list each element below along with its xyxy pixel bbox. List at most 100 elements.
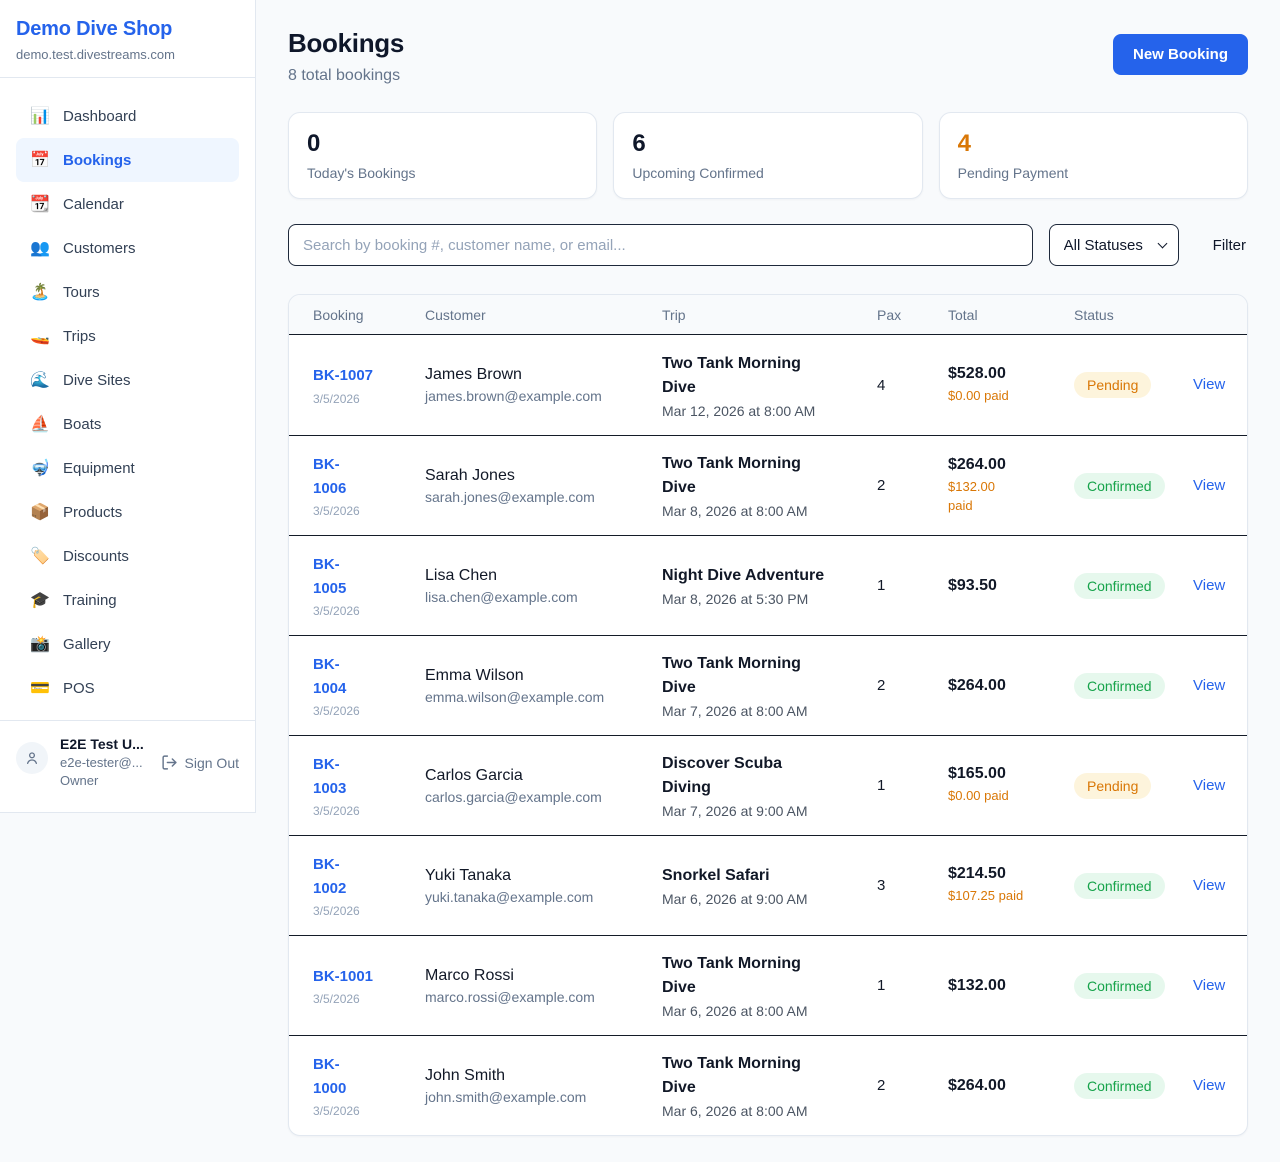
status-cell: Confirmed [1074, 873, 1193, 899]
sidebar-item[interactable]: 👥 Customers [16, 226, 239, 270]
view-link[interactable]: View [1193, 477, 1225, 494]
actions-cell: View [1193, 977, 1225, 995]
actions-cell: View [1193, 677, 1225, 695]
view-link[interactable]: View [1193, 777, 1225, 794]
total-cell: $165.00 $0.00 paid [948, 765, 1074, 806]
view-link[interactable]: View [1193, 577, 1225, 594]
table-row: BK-1007 3/5/2026 James Brown james.brown… [289, 335, 1247, 435]
sidebar-item-label: Gallery [63, 636, 111, 653]
trip-name: Two Tank Morning Dive [662, 652, 877, 700]
filter-button[interactable]: Filter [1211, 229, 1248, 262]
booking-id-link[interactable]: BK-1007 [313, 364, 425, 387]
actions-cell: View [1193, 376, 1225, 394]
status-cell: Confirmed [1074, 673, 1193, 699]
sidebar-item-icon: 🚤 [30, 326, 50, 346]
stat-label: Today's Bookings [307, 165, 578, 181]
shop-domain: demo.test.divestreams.com [16, 47, 239, 62]
trip-name: Discover Scuba Diving [662, 752, 877, 800]
sidebar-item[interactable]: ⛵ Boats [16, 402, 239, 446]
booking-id-link[interactable]: BK- 1000 [313, 1053, 425, 1100]
booking-id-link[interactable]: BK- 1006 [313, 453, 425, 500]
column-header-trip: Trip [662, 307, 877, 323]
sidebar-item[interactable]: 🎓 Training [16, 578, 239, 622]
sidebar-item[interactable]: 🌊 Dive Sites [16, 358, 239, 402]
status-badge: Pending [1074, 773, 1151, 799]
booking-cell: BK-1001 3/5/2026 [313, 965, 425, 1006]
stat-card-upcoming-confirmed: 6 Upcoming Confirmed [613, 112, 922, 199]
sidebar-item[interactable]: 🏷️ Discounts [16, 534, 239, 578]
sidebar-item-icon: 📆 [30, 194, 50, 214]
sidebar-item[interactable]: 📅 Bookings [16, 138, 239, 182]
status-cell: Pending [1074, 372, 1193, 398]
customer-cell: Yuki Tanaka yuki.tanaka@example.com [425, 867, 662, 905]
sidebar-item-label: Boats [63, 416, 101, 433]
booking-cell: BK- 1005 3/5/2026 [313, 553, 425, 618]
sign-out-label: Sign Out [185, 755, 239, 771]
booking-date: 3/5/2026 [313, 1104, 425, 1118]
actions-cell: View [1193, 577, 1225, 595]
stat-card-pending-payment: 4 Pending Payment [939, 112, 1248, 199]
total-amount: $165.00 [948, 765, 1074, 783]
status-filter-select[interactable]: All Statuses [1049, 224, 1179, 266]
user-email: e2e-tester@... [60, 755, 144, 770]
trip-name: Two Tank Morning Dive [662, 952, 877, 1000]
sidebar-item-icon: 🌊 [30, 370, 50, 390]
sidebar-item[interactable]: 💳 POS [16, 666, 239, 710]
view-link[interactable]: View [1193, 677, 1225, 694]
trip-cell: Night Dive Adventure Mar 8, 2026 at 5:30… [662, 564, 877, 607]
stat-label: Upcoming Confirmed [632, 165, 903, 181]
trip-datetime: Mar 7, 2026 at 9:00 AM [662, 803, 877, 819]
sidebar-item[interactable]: 📦 Products [16, 490, 239, 534]
sidebar-item[interactable]: 🚤 Trips [16, 314, 239, 358]
total-amount: $264.00 [948, 677, 1074, 695]
sidebar-item-label: Dashboard [63, 108, 136, 125]
booking-id-link[interactable]: BK- 1003 [313, 753, 425, 800]
sidebar-item[interactable]: 🏝️ Tours [16, 270, 239, 314]
status-badge: Confirmed [1074, 673, 1165, 699]
sidebar-item-icon: 🏝️ [30, 282, 50, 302]
pax-cell: 2 [877, 477, 948, 494]
view-link[interactable]: View [1193, 977, 1225, 994]
table-row: BK- 1006 3/5/2026 Sarah Jones sarah.jone… [289, 435, 1247, 535]
status-filter-wrap: All Statuses [1049, 224, 1179, 266]
sidebar-item[interactable]: 📊 Dashboard [16, 94, 239, 138]
booking-id-link[interactable]: BK- 1004 [313, 653, 425, 700]
booking-id-link[interactable]: BK- 1002 [313, 853, 425, 900]
total-cell: $264.00 [948, 1077, 1074, 1095]
shop-header: Demo Dive Shop demo.test.divestreams.com [0, 0, 255, 78]
booking-cell: BK- 1000 3/5/2026 [313, 1053, 425, 1118]
sidebar-item-label: Training [63, 592, 117, 609]
sidebar-item[interactable]: 📆 Calendar [16, 182, 239, 226]
booking-id-link[interactable]: BK- 1005 [313, 553, 425, 600]
customer-cell: Sarah Jones sarah.jones@example.com [425, 467, 662, 505]
trip-cell: Two Tank Morning Dive Mar 7, 2026 at 8:0… [662, 652, 877, 719]
customer-email: sarah.jones@example.com [425, 489, 662, 505]
sidebar-item[interactable]: 📸 Gallery [16, 622, 239, 666]
new-booking-button[interactable]: New Booking [1113, 34, 1248, 75]
pax-cell: 1 [877, 577, 948, 594]
main-content: Bookings 8 total bookings New Booking 0 … [256, 0, 1280, 1160]
sign-out-button[interactable]: Sign Out [161, 754, 239, 771]
booking-id-link[interactable]: BK-1001 [313, 965, 425, 988]
customer-name: Sarah Jones [425, 467, 662, 485]
actions-cell: View [1193, 477, 1225, 495]
view-link[interactable]: View [1193, 1077, 1225, 1094]
sidebar-item[interactable]: 🤿 Equipment [16, 446, 239, 490]
view-link[interactable]: View [1193, 877, 1225, 894]
search-input[interactable] [288, 224, 1033, 266]
booking-cell: BK- 1006 3/5/2026 [313, 453, 425, 518]
total-cell: $528.00 $0.00 paid [948, 365, 1074, 406]
table-row: BK-1001 3/5/2026 Marco Rossi marco.rossi… [289, 935, 1247, 1035]
stats-grid: 0 Today's Bookings 6 Upcoming Confirmed … [288, 112, 1248, 199]
sign-out-icon [161, 754, 178, 771]
customer-email: carlos.garcia@example.com [425, 789, 662, 805]
customer-email: marco.rossi@example.com [425, 989, 662, 1005]
sidebar-item-icon: 🏷️ [30, 546, 50, 566]
actions-cell: View [1193, 1077, 1225, 1095]
sidebar-nav: 📊 Dashboard 📅 Bookings 📆 Calendar 👥 Cust… [0, 78, 255, 710]
view-link[interactable]: View [1193, 376, 1225, 393]
actions-cell: View [1193, 777, 1225, 795]
booking-date: 3/5/2026 [313, 704, 425, 718]
customer-email: lisa.chen@example.com [425, 589, 662, 605]
shop-name: Demo Dive Shop [16, 18, 239, 41]
